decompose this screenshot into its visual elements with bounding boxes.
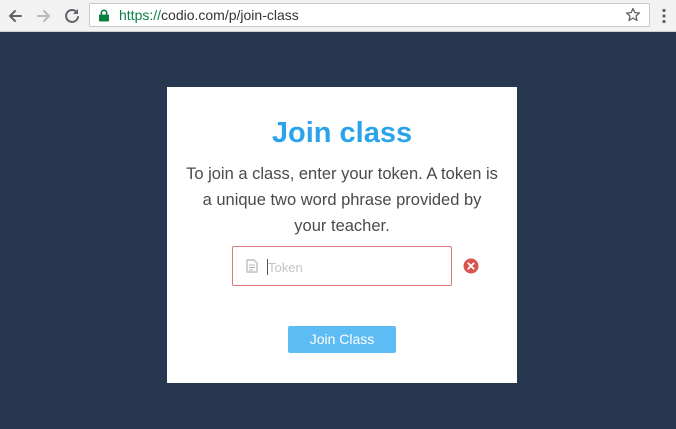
address-bar[interactable]: https://codio.com/p/join-class	[89, 3, 650, 27]
star-icon[interactable]	[625, 7, 641, 23]
document-icon	[246, 259, 258, 273]
forward-button[interactable]	[34, 6, 54, 26]
token-field[interactable]	[232, 246, 452, 286]
url-scheme: https://	[119, 7, 162, 23]
arrow-left-icon	[9, 10, 22, 22]
kebab-menu-icon[interactable]	[661, 8, 667, 24]
reload-icon	[65, 8, 79, 23]
join-class-dialog: Join class To join a class, enter your t…	[167, 87, 517, 383]
arrow-right-icon	[37, 10, 50, 22]
back-button[interactable]	[5, 6, 25, 26]
url-text: https://codio.com/p/join-class	[119, 4, 299, 26]
error-clear-icon[interactable]	[463, 258, 479, 274]
dialog-description: To join a class, enter your token. A tok…	[186, 165, 498, 235]
lock-icon	[99, 9, 109, 22]
url-path: codio.com/p/join-class	[161, 7, 299, 23]
join-class-button[interactable]: Join Class	[288, 326, 396, 353]
browser-toolbar: https://codio.com/p/join-class	[0, 0, 676, 32]
token-input[interactable]	[268, 255, 443, 279]
dialog-title: Join class	[271, 117, 413, 149]
reload-button[interactable]	[62, 6, 82, 26]
